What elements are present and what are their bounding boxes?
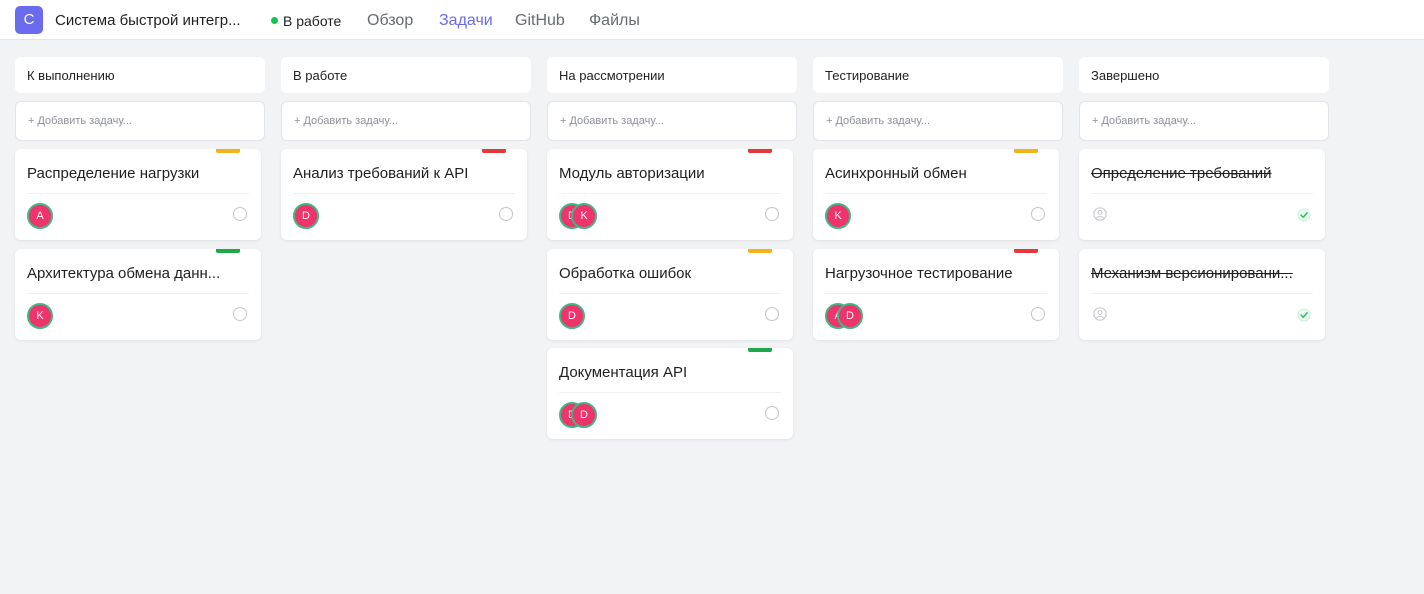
complete-toggle-icon[interactable] — [233, 307, 247, 321]
task-card[interactable]: Обработка ошибок D — [547, 249, 793, 340]
status-dot-icon — [271, 17, 278, 24]
task-card[interactable]: Анализ требований к API D — [281, 149, 527, 240]
avatar[interactable]: K — [825, 203, 851, 229]
task-title: Модуль авторизации — [559, 165, 705, 182]
avatar[interactable]: D — [837, 303, 863, 329]
unassigned-user-icon[interactable] — [1093, 207, 1107, 221]
card-divider — [825, 193, 1047, 194]
priority-indicator — [748, 348, 772, 352]
card-divider — [1091, 193, 1313, 194]
priority-indicator — [748, 249, 772, 253]
avatar[interactable]: D — [293, 203, 319, 229]
task-card[interactable]: Модуль авторизацииDK — [547, 149, 793, 240]
status-label: В работе — [283, 13, 342, 29]
task-card[interactable]: Архитектура обмена данн... K — [15, 249, 261, 340]
project-title[interactable]: Система быстрой интегр... — [55, 12, 250, 29]
complete-toggle-icon[interactable] — [1031, 207, 1045, 221]
task-title: Анализ требований к API — [293, 165, 469, 182]
project-status[interactable]: В работе — [271, 13, 341, 29]
top-bar: С Система быстрой интегр... В работе Обз… — [0, 0, 1424, 40]
complete-toggle-icon[interactable] — [233, 207, 247, 221]
card-divider — [559, 193, 781, 194]
avatar[interactable]: K — [571, 203, 597, 229]
priority-indicator — [1014, 249, 1038, 253]
card-divider — [27, 293, 249, 294]
add-task-input[interactable]: + Добавить задачу... — [15, 101, 265, 141]
tab-files[interactable]: Файлы — [589, 12, 640, 30]
task-title: Документация API — [559, 364, 688, 381]
add-task-input[interactable]: + Добавить задачу... — [547, 101, 797, 141]
task-title: Обработка ошибок — [559, 265, 692, 282]
add-task-input[interactable]: + Добавить задачу... — [1079, 101, 1329, 141]
task-card[interactable]: Механизм версионировани... — [1079, 249, 1325, 340]
avatar[interactable]: D — [571, 402, 597, 428]
task-card[interactable]: Определение требований — [1079, 149, 1325, 240]
card-divider — [293, 193, 515, 194]
complete-toggle-icon[interactable] — [499, 207, 513, 221]
task-title: Архитектура обмена данн... — [27, 265, 221, 282]
task-title: Распределение нагрузки — [27, 165, 200, 182]
priority-indicator — [748, 149, 772, 153]
card-divider — [825, 293, 1047, 294]
add-task-input[interactable]: + Добавить задачу... — [281, 101, 531, 141]
task-title: Нагрузочное тестирование — [825, 265, 1013, 282]
column-title: Завершено — [1079, 57, 1329, 93]
completed-check-icon[interactable] — [1297, 208, 1311, 222]
complete-toggle-icon[interactable] — [765, 307, 779, 321]
column-title: Тестирование — [813, 57, 1063, 93]
project-logo[interactable]: С — [15, 6, 43, 34]
complete-toggle-icon[interactable] — [765, 207, 779, 221]
unassigned-user-icon[interactable] — [1093, 307, 1107, 321]
completed-check-icon[interactable] — [1297, 308, 1311, 322]
priority-indicator — [216, 249, 240, 253]
task-card[interactable]: Нагрузочное тестированиеAD — [813, 249, 1059, 340]
task-card[interactable]: Асинхронный обмен K — [813, 149, 1059, 240]
avatar[interactable]: A — [27, 203, 53, 229]
task-title: Механизм версионировани... — [1091, 265, 1293, 282]
priority-indicator — [1014, 149, 1038, 153]
priority-indicator — [216, 149, 240, 153]
tab-overview[interactable]: Обзор — [367, 12, 413, 30]
complete-toggle-icon[interactable] — [765, 406, 779, 420]
avatar[interactable]: K — [27, 303, 53, 329]
add-task-input[interactable]: + Добавить задачу... — [813, 101, 1063, 141]
task-card[interactable]: Распределение нагрузки A — [15, 149, 261, 240]
column-title: К выполнению — [15, 57, 265, 93]
column-title: На рассмотрении — [547, 57, 797, 93]
task-title: Асинхронный обмен — [825, 165, 967, 182]
task-title: Определение требований — [1091, 165, 1272, 182]
priority-indicator — [482, 149, 506, 153]
task-card[interactable]: Документация APIDD — [547, 348, 793, 439]
tab-github[interactable]: GitHub — [515, 12, 565, 30]
card-divider — [559, 293, 781, 294]
card-divider — [559, 392, 781, 393]
tab-tasks[interactable]: Задачи — [439, 12, 493, 30]
avatar[interactable]: D — [559, 303, 585, 329]
card-divider — [27, 193, 249, 194]
column-title: В работе — [281, 57, 531, 93]
complete-toggle-icon[interactable] — [1031, 307, 1045, 321]
card-divider — [1091, 293, 1313, 294]
